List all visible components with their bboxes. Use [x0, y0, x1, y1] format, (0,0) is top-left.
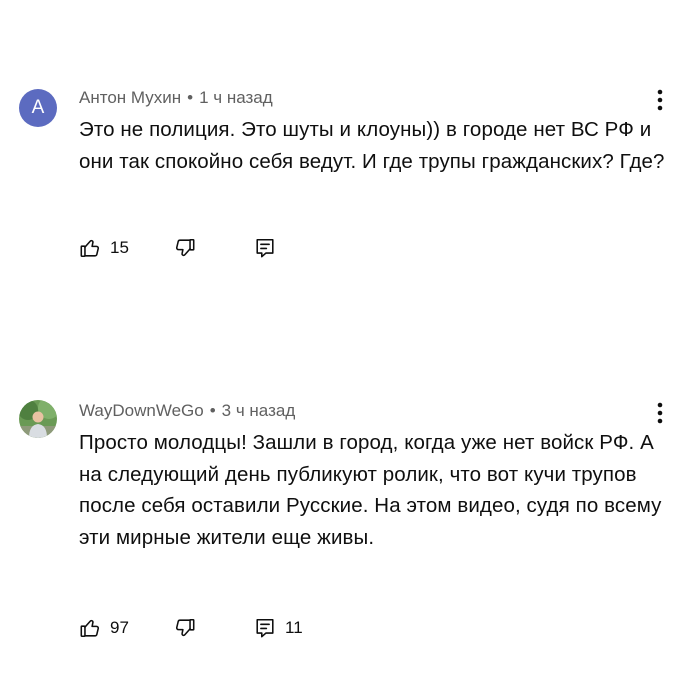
reply-button[interactable] — [254, 235, 276, 261]
meta-separator: • — [187, 88, 194, 107]
thumb-down-icon — [176, 618, 195, 637]
comment-actions: 97 11 — [79, 615, 479, 641]
more-options-button[interactable] — [648, 86, 672, 114]
comment-time[interactable]: 3 ч назад — [222, 401, 296, 420]
avatar[interactable] — [19, 400, 57, 438]
comment-author[interactable]: Антон Мухин — [79, 88, 181, 107]
like-button[interactable]: 97 — [79, 615, 129, 641]
comment-item: А Антон Мухин • 1 ч назад Это не полиция. … — [0, 0, 700, 330]
more-options-button[interactable] — [648, 399, 672, 427]
thumb-up-icon — [80, 239, 99, 258]
comment-meta: Антон Мухин • 1 ч назад — [79, 88, 273, 108]
more-vert-icon — [657, 89, 663, 111]
meta-separator: • — [209, 401, 216, 420]
comment-text: Это не полиция. Это шуты и клоуны)) в го… — [79, 118, 665, 173]
reply-icon — [256, 618, 274, 638]
avatar-photo — [19, 400, 57, 438]
comment-item: WayDownWeGo • 3 ч назад Просто молодцы! За… — [0, 330, 700, 700]
comment-author[interactable]: WayDownWeGo — [79, 401, 204, 420]
comment-actions: 15 — [79, 235, 479, 261]
dislike-button[interactable] — [174, 235, 196, 261]
avatar[interactable]: А — [19, 89, 57, 127]
dislike-button[interactable] — [174, 615, 196, 641]
like-button[interactable]: 15 — [79, 235, 129, 261]
comment-meta: WayDownWeGo • 3 ч назад — [79, 401, 295, 421]
like-count: 15 — [110, 238, 129, 257]
like-count: 97 — [110, 618, 129, 637]
more-vert-icon — [657, 402, 663, 424]
reply-icon — [256, 238, 274, 258]
reply-button[interactable]: 11 — [254, 615, 303, 641]
reply-count: 11 — [285, 618, 303, 637]
thumb-up-icon — [80, 619, 99, 638]
comment-time[interactable]: 1 ч назад — [199, 88, 273, 107]
thumb-down-icon — [176, 238, 195, 257]
comment-text: Просто молодцы! Зашли в город, когда уже… — [79, 431, 662, 549]
